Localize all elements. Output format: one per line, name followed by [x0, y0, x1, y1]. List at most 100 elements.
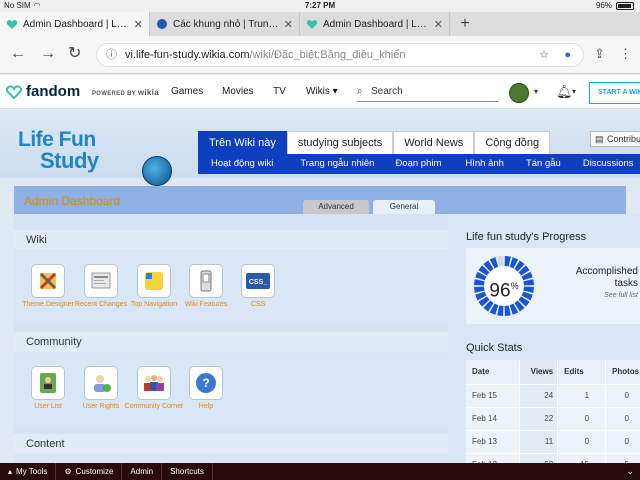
col-views: Views: [519, 360, 559, 384]
star-icon[interactable]: ☆: [539, 44, 549, 66]
user-rights-icon: [84, 366, 118, 400]
forward-arrow-icon[interactable]: →: [40, 45, 56, 63]
close-tab-icon[interactable]: ✕: [134, 18, 143, 31]
cell-photos: 0: [605, 406, 640, 430]
fandom-logo-text: fandom: [26, 83, 81, 100]
help-tool[interactable]: ? Help: [176, 366, 236, 411]
avatar-chevron-icon[interactable]: ▾: [534, 87, 538, 96]
svg-text:CSS_: CSS_: [249, 279, 267, 286]
cell-views: 24: [519, 383, 559, 407]
tool-label: Theme Designer: [22, 301, 74, 308]
tool-label: Recent Changes: [74, 301, 128, 308]
accomplished-tasks-link[interactable]: Accomplished tasks: [558, 266, 638, 290]
tab-on-this-wiki[interactable]: Trên Wiki này: [198, 131, 287, 154]
quick-stats-title: Quick Stats: [466, 342, 523, 354]
wiki-wordmark[interactable]: Life Fun Study: [18, 128, 172, 186]
info-icon[interactable]: ⓘ: [106, 44, 117, 66]
page-title: Admin Dashboard: [24, 194, 121, 208]
gear-icon: ⚙: [64, 467, 72, 476]
browser-tab-strip: Admin Dashboard | Life fun ✕ Các khung n…: [0, 12, 640, 36]
tool-label: Top Navigation: [130, 301, 178, 308]
top-navigation-tool[interactable]: Top Navigation: [124, 264, 184, 309]
battery-icon: [616, 1, 634, 10]
wikia-favicon-icon: [157, 19, 167, 29]
tab-community[interactable]: Cộng đồng: [474, 131, 551, 154]
subnav-random-page[interactable]: Trang ngẫu nhiên: [300, 154, 374, 174]
nav-movies[interactable]: Movies: [222, 86, 254, 97]
col-edits: Edits: [557, 360, 607, 384]
tool-label: User Rights: [82, 403, 120, 410]
browser-toolbar: ← → ↻ ⓘ vi.life-fun-study.wikia.com/wiki…: [0, 36, 640, 74]
admin-link[interactable]: Admin: [122, 463, 163, 480]
fandom-logo[interactable]: fandom: [6, 83, 80, 100]
start-a-wiki-button[interactable]: START A WIKI: [589, 82, 640, 104]
css-icon: CSS_: [241, 264, 275, 298]
fandom-global-nav: fandom POWERED BY wikia Games Movies TV …: [0, 75, 640, 109]
new-tab-icon[interactable]: +: [450, 12, 480, 36]
browser-tab-2[interactable]: Các khung nhỏ | Trung tâm C ✕: [150, 12, 300, 36]
dashboard-sidebar: Life fun study's Progress 96% Accomplish…: [448, 214, 640, 476]
notifications-chevron-icon[interactable]: ▾: [572, 87, 576, 96]
subnav-chat[interactable]: Tán gẫu: [526, 154, 561, 174]
fandom-search-input[interactable]: ⌕ Search: [357, 84, 498, 102]
tab-general[interactable]: General: [373, 200, 435, 214]
progress-percent-value: 96: [489, 280, 511, 302]
see-full-list-link[interactable]: See full list: [558, 292, 638, 299]
community-corner-tool[interactable]: Community Corner: [124, 366, 184, 411]
tab-world-news[interactable]: World News: [393, 131, 475, 154]
subnav-discussions[interactable]: Discussions: [583, 154, 634, 174]
tab-advanced[interactable]: Advanced: [303, 200, 369, 214]
my-tools-label: My Tools: [16, 467, 48, 476]
tab-title: Admin Dashboard | Life fun: [23, 18, 129, 30]
close-tab-icon[interactable]: ✕: [434, 18, 443, 31]
subnav-wiki-activity[interactable]: Hoạt động wiki: [211, 154, 273, 174]
contribute-button[interactable]: ▤ Contribute: [590, 131, 640, 147]
menu-icon[interactable]: ⋮: [619, 46, 632, 62]
section-content-heading: Content: [14, 434, 448, 454]
back-arrow-icon[interactable]: ←: [10, 45, 26, 63]
wiki-features-icon: [189, 264, 223, 298]
tool-label: Community Corner: [124, 403, 184, 410]
powered-by-label: POWERED BY: [92, 91, 136, 97]
customize-button[interactable]: ⚙ Customize: [56, 463, 123, 480]
admin-dashboard-header: Admin Dashboard Advanced General: [14, 186, 626, 214]
notifications-bell-icon[interactable]: 🔔︎: [556, 84, 573, 100]
col-photos: Photos: [605, 360, 640, 384]
recent-changes-tool[interactable]: Recent Changes: [71, 264, 131, 309]
collapse-toolbar-icon[interactable]: ⌄: [626, 463, 634, 480]
status-bar: No SIM ◠ 7:27 PM 96%: [0, 0, 640, 12]
nav-games[interactable]: Games: [171, 86, 203, 97]
shortcuts-link[interactable]: Shortcuts: [162, 463, 213, 480]
share-icon[interactable]: ⇪: [594, 46, 605, 62]
quick-stats-table: Date Views Edits Photos Feb 15 24 1 0 Fe…: [466, 360, 640, 476]
fandom-heart-icon: [306, 20, 318, 29]
browser-tab-3[interactable]: Admin Dashboard | Life fun ✕: [300, 12, 450, 36]
battery-percent: 96%: [595, 1, 612, 10]
css-tool[interactable]: CSS_ CSS: [228, 264, 288, 309]
address-bar[interactable]: ⓘ vi.life-fun-study.wikia.com/wiki/Đặc_b…: [96, 43, 584, 67]
percent-sign: %: [510, 281, 519, 291]
browser-tab-1[interactable]: Admin Dashboard | Life fun ✕: [0, 12, 150, 36]
my-tools-menu[interactable]: ▴ My Tools: [0, 463, 57, 480]
user-list-tool[interactable]: User List: [18, 366, 78, 411]
nav-tv[interactable]: TV: [273, 86, 286, 97]
clock: 7:27 PM: [304, 1, 336, 10]
globe-icon: [142, 156, 172, 186]
wikia-toolbar: ▴ My Tools ⚙ Customize Admin Shortcuts ⌄: [0, 463, 640, 480]
progress-title: Life fun study's Progress: [466, 231, 587, 243]
microphone-icon[interactable]: ●: [564, 44, 571, 66]
theme-designer-tool[interactable]: Theme Designer: [18, 264, 78, 309]
search-placeholder: Search: [371, 86, 403, 97]
progress-percent: 96%: [472, 254, 536, 318]
wiki-features-tool[interactable]: Wiki Features: [176, 264, 236, 309]
community-corner-icon: [137, 366, 171, 400]
user-rights-tool[interactable]: User Rights: [71, 366, 131, 411]
section-community-heading: Community: [14, 332, 448, 352]
reload-icon[interactable]: ↻: [68, 45, 81, 63]
user-avatar[interactable]: [509, 83, 529, 103]
close-tab-icon[interactable]: ✕: [284, 18, 293, 31]
nav-wikis[interactable]: Wikis ▾: [306, 86, 338, 97]
tab-studying-subjects[interactable]: studying subjects: [286, 131, 394, 154]
subnav-videos[interactable]: Đoạn phim: [395, 154, 441, 174]
subnav-images[interactable]: Hình ảnh: [465, 154, 504, 174]
